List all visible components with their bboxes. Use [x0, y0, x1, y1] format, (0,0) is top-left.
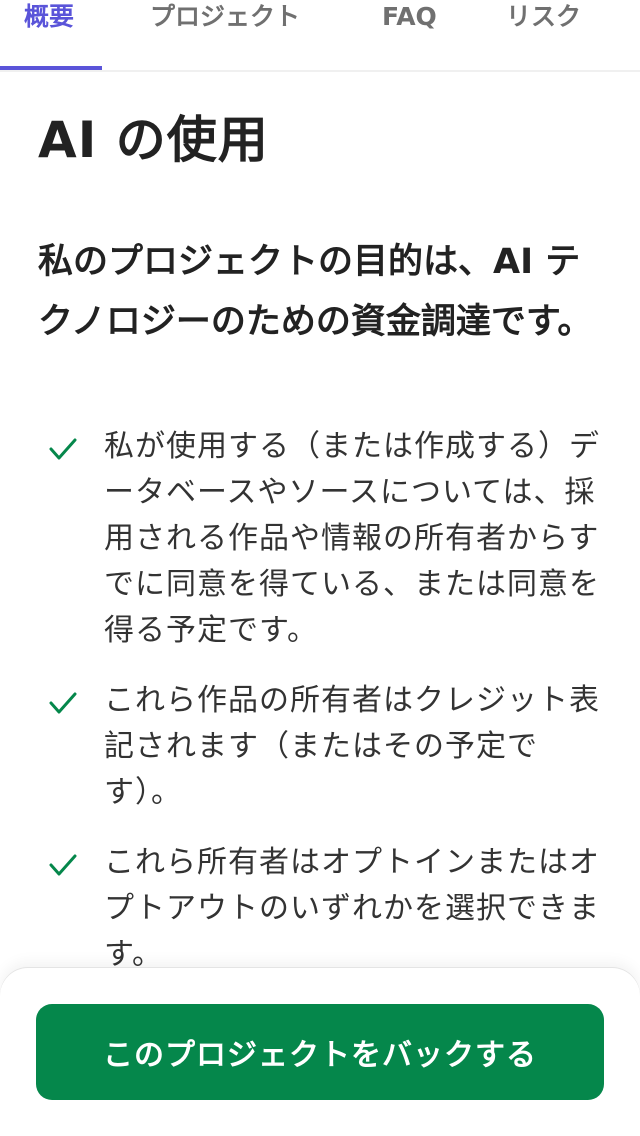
list-item: これら作品の所有者はクレジット表記されます（またはその予定です）。	[38, 678, 608, 816]
page: 概要 プロジェクト FAQ リスク AI の使用 私のプロジェクトの目的は、AI…	[0, 0, 640, 1136]
check-icon	[49, 438, 77, 460]
active-tab-indicator	[0, 66, 102, 70]
tab-risk[interactable]: リスク	[506, 0, 590, 68]
main-content: AI の使用 私のプロジェクトの目的は、AI テクノロジーのための資金調達です。…	[38, 100, 608, 972]
tab-overview[interactable]: 概要	[0, 0, 102, 70]
section-title: AI の使用	[38, 111, 269, 169]
ai-checklist: 私が使用する（または作成する）データベースやソースについては、採用される作品や情…	[38, 424, 608, 1002]
bottom-action-bar: このプロジェクトをバックする	[0, 968, 640, 1136]
list-item-text: 私が使用する（または作成する）データベースやソースについては、採用される作品や情…	[104, 429, 600, 648]
tab-faq[interactable]: FAQ	[382, 0, 438, 68]
tab-project-label: プロジェクト	[150, 2, 301, 31]
back-this-project-button[interactable]: このプロジェクトをバックする	[36, 1004, 604, 1100]
tab-project[interactable]: プロジェクト	[150, 0, 310, 68]
list-item: これら所有者はオプトインまたはオプトアウトのいずれかを選択できます。	[38, 840, 608, 978]
section-lead: 私のプロジェクトの目的は、AI テクノロジーのための資金調達です。	[38, 242, 593, 342]
tab-overview-label: 概要	[24, 2, 75, 31]
list-item-text: これら作品の所有者はクレジット表記されます（またはその予定です）。	[104, 683, 600, 810]
list-item-text: これら所有者はオプトインまたはオプトアウトのいずれかを選択できます。	[104, 845, 600, 972]
tab-risk-label: リスク	[506, 2, 582, 31]
tab-bar: 概要 プロジェクト FAQ リスク	[0, 0, 640, 72]
check-icon	[49, 692, 77, 714]
tab-faq-label: FAQ	[382, 2, 437, 31]
check-icon	[49, 854, 77, 876]
list-item: 私が使用する（または作成する）データベースやソースについては、採用される作品や情…	[38, 424, 608, 654]
